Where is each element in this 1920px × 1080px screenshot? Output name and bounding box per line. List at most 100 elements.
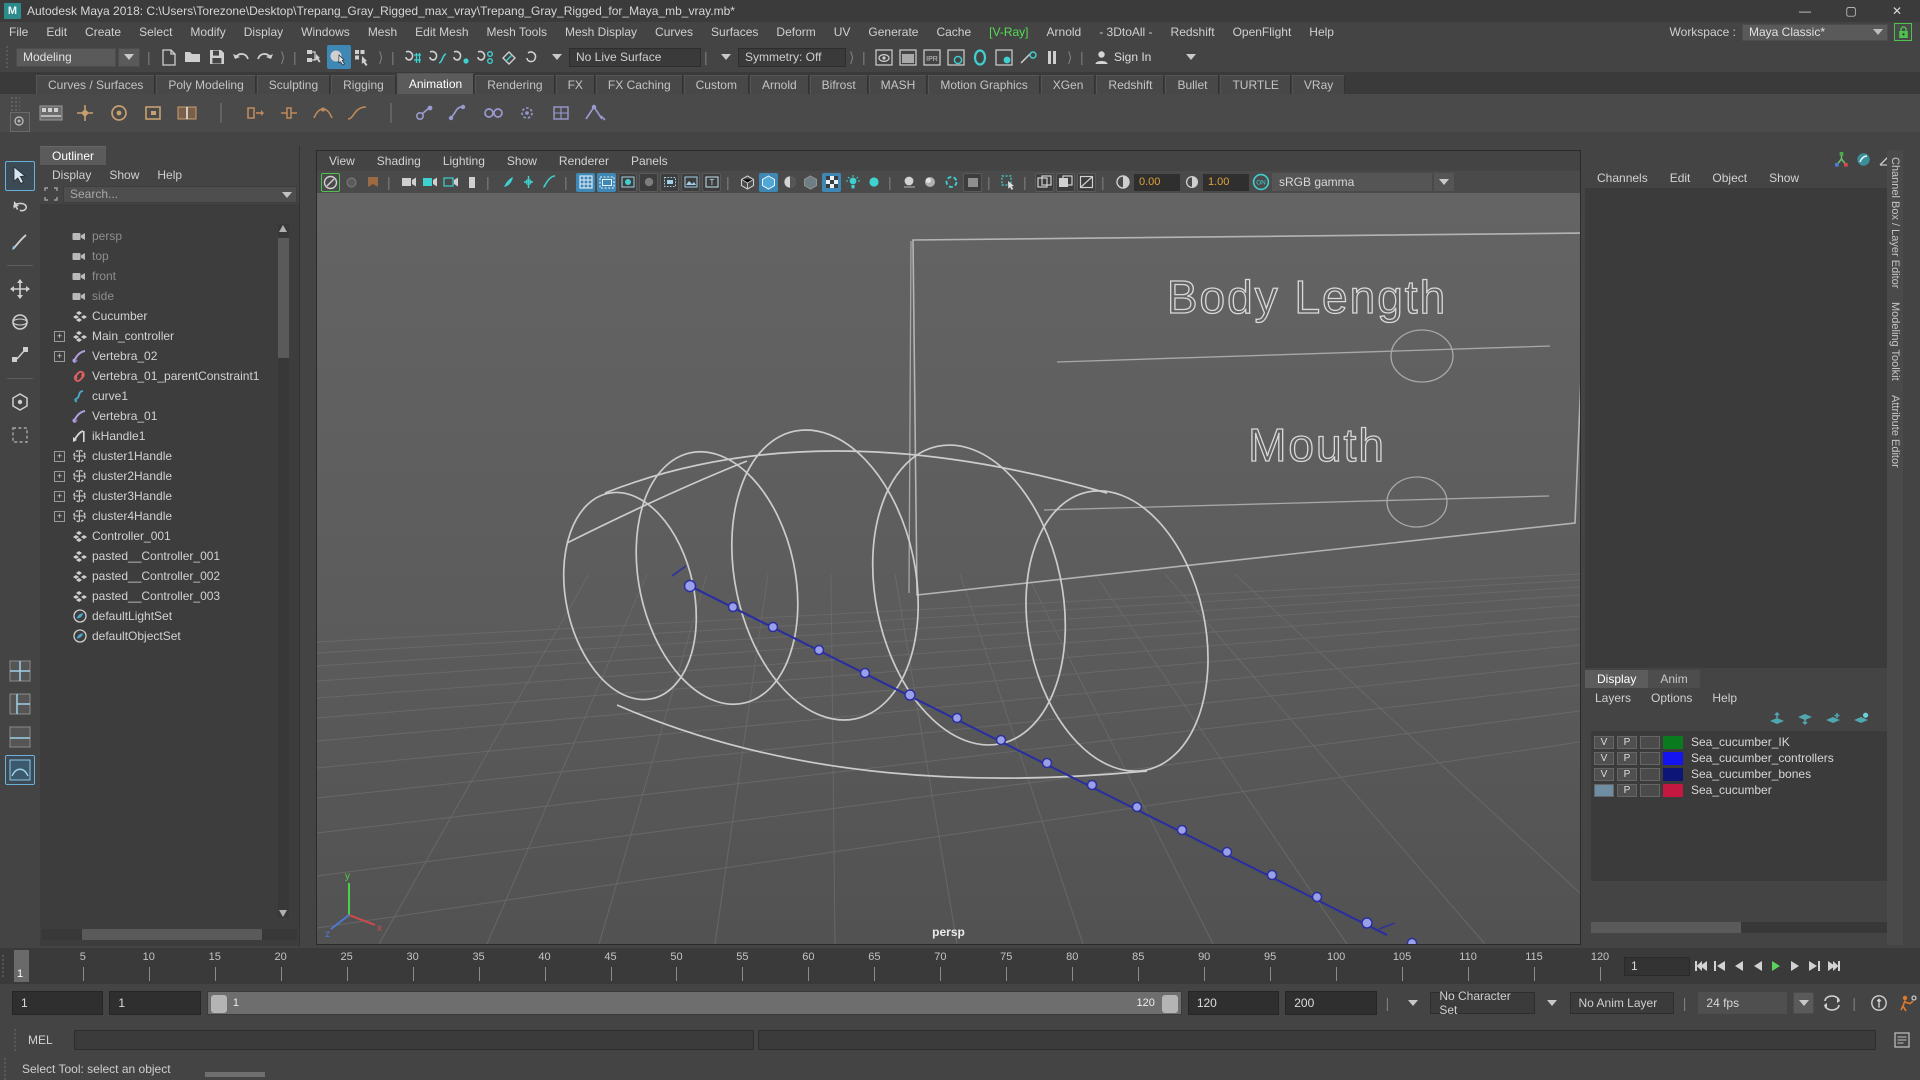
menu-mesh-display[interactable]: Mesh Display [556, 22, 646, 42]
menu-3dtoall[interactable]: - 3DtoAll - [1090, 22, 1161, 42]
shelf-ik-spline-icon[interactable] [444, 98, 474, 128]
two-sided-lighting-icon[interactable] [420, 173, 439, 192]
render-overlay2-icon[interactable] [1056, 172, 1075, 192]
shelf-bake-icon[interactable] [308, 98, 338, 128]
outliner-item[interactable]: pasted__Controller_003 [40, 586, 288, 606]
outliner-item[interactable]: Cucumber [40, 306, 288, 326]
shadows-icon[interactable] [780, 173, 799, 192]
layer-color-swatch[interactable] [1663, 735, 1683, 749]
scrollbar-thumb[interactable] [82, 929, 262, 940]
menu-create[interactable]: Create [76, 22, 130, 42]
outliner-item[interactable]: + Vertebra_02 [40, 346, 288, 366]
snap-to-curve-button[interactable] [425, 45, 449, 69]
smooth-shade-all-icon[interactable] [639, 172, 658, 192]
anim-layer-dropdown-arrow[interactable] [1541, 991, 1564, 1015]
expand-toggle-icon[interactable]: + [54, 450, 65, 462]
quick-layout-single-persp-button[interactable] [5, 755, 35, 785]
shelf-set-key-translate-icon[interactable] [70, 98, 100, 128]
layer-display-type-toggle[interactable] [1640, 751, 1660, 765]
play-forwards-button[interactable] [1768, 957, 1785, 976]
anim-layer-field[interactable]: No Anim Layer [1569, 992, 1674, 1014]
outliner-search-input[interactable]: Search... [63, 185, 297, 203]
open-scene-button[interactable] [181, 45, 205, 69]
layer-color-swatch[interactable] [1663, 751, 1683, 765]
go-to-end-button[interactable] [1825, 957, 1842, 976]
color-management-on-icon[interactable]: ON [1251, 173, 1270, 192]
range-slider[interactable]: 1 120 [206, 991, 1182, 1015]
tab-display-layers[interactable]: Display [1585, 670, 1649, 688]
fps-dropdown-arrow[interactable] [1793, 992, 1815, 1014]
time-slider-track[interactable]: 1 5 10 15 20 25 30 35 40 45 50 55 60 65 70 75 80 85 90 95 1… [14, 949, 1620, 983]
auto-key-button[interactable] [1868, 991, 1891, 1015]
statusline-grip[interactable] [4, 44, 12, 70]
layer-list-horizontal-scrollbar[interactable] [1591, 922, 1887, 933]
menu-modify[interactable]: Modify [181, 22, 234, 42]
timeline-grip[interactable] [0, 953, 8, 979]
smooth-shade-mode-icon[interactable] [759, 172, 778, 192]
step-forward-frame-button[interactable] [1787, 957, 1804, 976]
layer-playback-toggle[interactable]: P [1617, 751, 1637, 765]
shelf-constraint-icon[interactable] [478, 98, 508, 128]
tab-outliner[interactable]: Outliner [40, 146, 107, 165]
film-gate-icon[interactable] [462, 173, 481, 192]
texture-checker-icon[interactable] [822, 172, 841, 192]
exposure-icon[interactable] [519, 173, 538, 192]
bookmark-icon[interactable] [363, 173, 382, 192]
gamma-value-field[interactable]: 1.00 [1203, 173, 1249, 191]
menu-edit[interactable]: Edit [37, 22, 76, 42]
redo-button[interactable] [253, 45, 277, 69]
shelf-tab-rendering[interactable]: Rendering [475, 75, 555, 94]
shelf-tab-custom[interactable]: Custom [683, 75, 749, 94]
viewport-menu-renderer[interactable]: Renderer [559, 154, 609, 168]
expand-toggle-icon[interactable]: + [54, 510, 65, 522]
quick-layout-four-view-button[interactable] [5, 656, 35, 686]
color-profile-dropdown[interactable] [1434, 173, 1454, 191]
ambient-occlusion-icon[interactable] [921, 173, 940, 192]
shelf-tab-poly-modeling[interactable]: Poly Modeling [156, 75, 256, 94]
gamma-adjust-icon[interactable] [1182, 173, 1201, 192]
viewport-3d-canvas[interactable]: Body Length Mouth y x z persp [317, 193, 1580, 944]
menu-vray[interactable]: [V-Ray] [980, 22, 1037, 42]
outliner-item[interactable]: front [40, 266, 288, 286]
character-set-field[interactable]: No Character Set [1430, 989, 1535, 1017]
outliner-menu-help[interactable]: Help [157, 168, 182, 182]
undo-button[interactable] [229, 45, 253, 69]
layer-menu-help[interactable]: Help [1712, 691, 1737, 705]
multisample-icon[interactable] [963, 172, 982, 192]
render-settings-button[interactable] [944, 45, 968, 69]
grid-toggle-icon[interactable] [576, 172, 595, 192]
shelf-tab-motion-graphics[interactable]: Motion Graphics [928, 75, 1040, 94]
select-object-button[interactable] [327, 45, 351, 69]
gate-mask-icon[interactable] [441, 173, 460, 192]
channelbox-menu-show[interactable]: Show [1769, 171, 1799, 185]
shaded-wireframe-icon[interactable] [660, 172, 679, 192]
shelf-tangent-icon[interactable] [342, 98, 372, 128]
viewport-menu-panels[interactable]: Panels [631, 154, 668, 168]
xray-icon[interactable] [801, 173, 820, 192]
shelf-tab-vray[interactable]: VRay [1291, 75, 1346, 94]
live-surface-field[interactable]: No Live Surface [569, 47, 701, 67]
create-layer-from-selected-icon[interactable] [1853, 712, 1869, 725]
outliner-item[interactable]: pasted__Controller_001 [40, 546, 288, 566]
shelf-tab-fx-caching[interactable]: FX Caching [595, 75, 683, 94]
shelf-breakdown-key-icon[interactable] [172, 98, 202, 128]
isolate-select-icon[interactable] [540, 173, 559, 192]
shelf-set-key-scale-icon[interactable] [138, 98, 168, 128]
expand-toggle-icon[interactable]: + [54, 350, 65, 362]
shelf-tab-redshift[interactable]: Redshift [1096, 75, 1165, 94]
commandline-grip[interactable] [12, 1027, 20, 1053]
outliner-item[interactable]: + cluster1Handle [40, 446, 288, 466]
layer-color-swatch[interactable] [1663, 783, 1683, 797]
layer-row[interactable]: V P Sea_cucumber_IK [1591, 734, 1887, 750]
render-overlay1-icon[interactable] [1035, 172, 1054, 192]
menu-display[interactable]: Display [235, 22, 292, 42]
show-manipulators-icon[interactable] [1834, 151, 1849, 167]
exposure-value-field[interactable]: 0.00 [1134, 173, 1180, 191]
shelf-tab-mash[interactable]: MASH [868, 75, 928, 94]
layer-playback-toggle[interactable]: P [1617, 767, 1637, 781]
scrollbar-thumb[interactable] [278, 238, 289, 358]
outliner-vertical-scrollbar[interactable] [278, 224, 289, 918]
menu-select[interactable]: Select [130, 22, 181, 42]
menu-cache[interactable]: Cache [927, 22, 980, 42]
outliner-horizontal-scrollbar[interactable] [42, 929, 297, 940]
